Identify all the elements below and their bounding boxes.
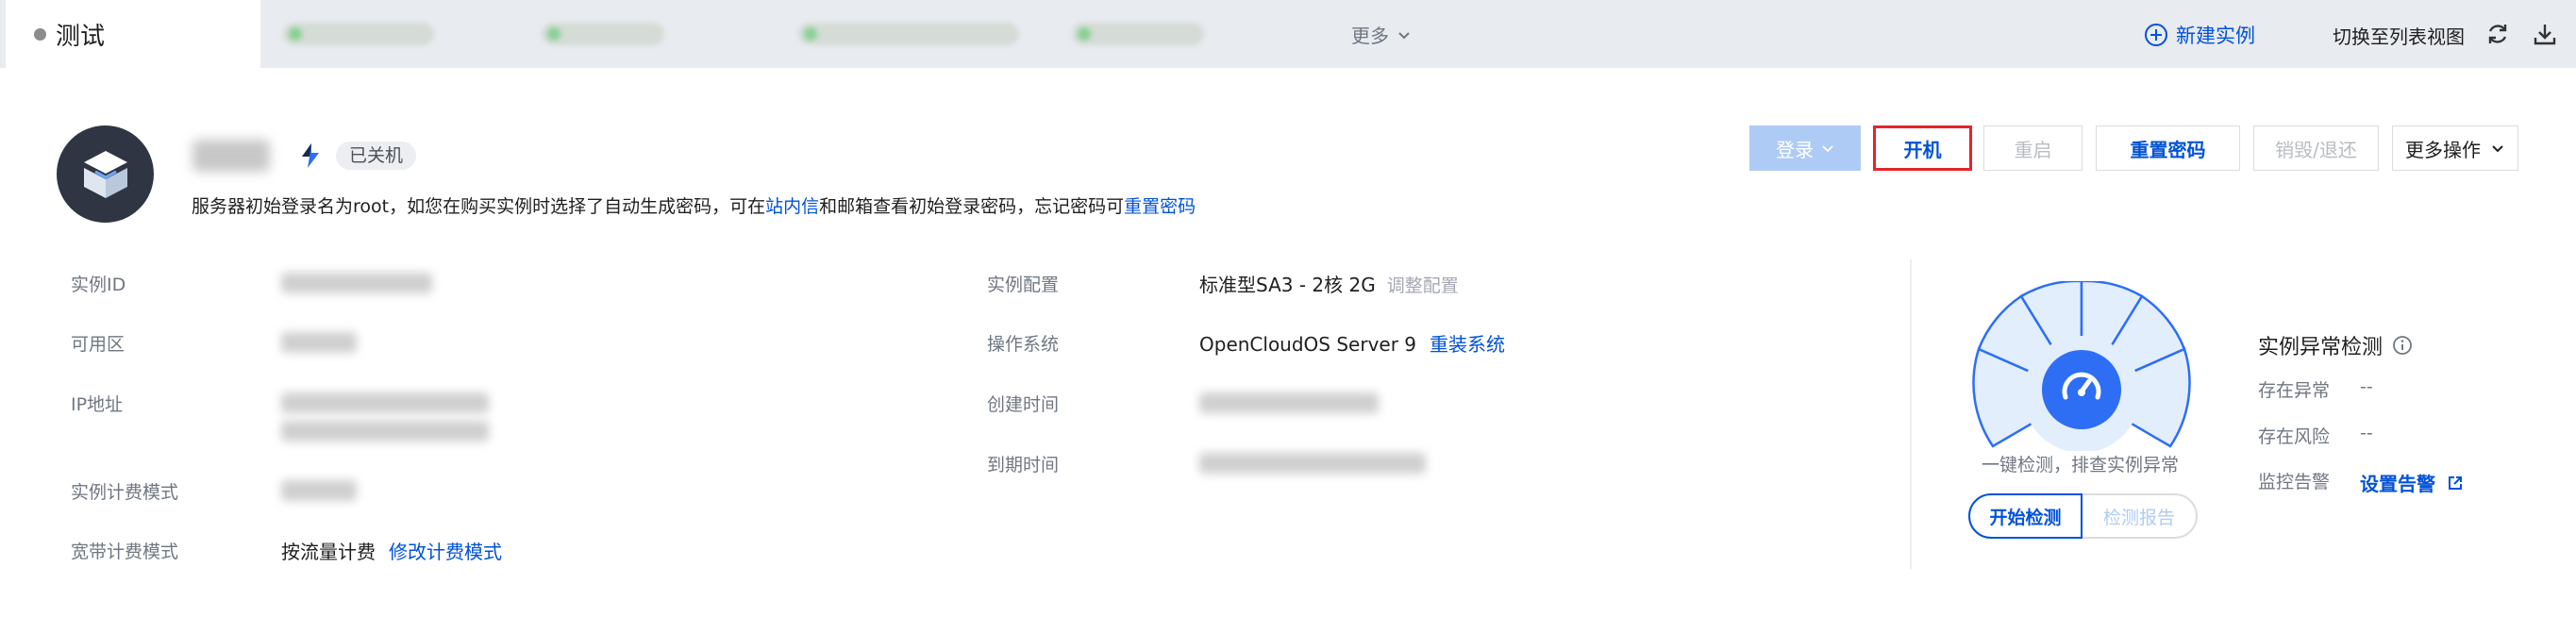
risk-row: 存在风险 -- (2258, 423, 2373, 448)
instance-name-redacted (192, 140, 270, 172)
refresh-icon[interactable] (2484, 21, 2511, 47)
tab-test[interactable]: 测试 (6, 0, 260, 68)
section-divider (1910, 259, 1912, 569)
more-actions-button[interactable]: 更多操作 (2392, 125, 2518, 171)
tab-label: 测试 (56, 22, 106, 51)
instance-billing-label: 实例计费模式 (71, 482, 179, 503)
os-value: OpenCloudOS Server 9 重装系统 (1199, 329, 1505, 357)
tab-blurred-1[interactable] (283, 23, 434, 45)
zone-redacted (281, 332, 357, 353)
switch-list-view-button[interactable]: 切换至列表视图 (2333, 22, 2465, 49)
bandwidth-billing-value: 按流量计费 修改计费模式 (281, 537, 502, 564)
ip-private-redacted (281, 421, 489, 442)
destroy-button[interactable]: 销毁/退还 (2253, 125, 2379, 171)
bandwidth-billing-label: 宽带计费模式 (71, 542, 179, 562)
expire-time-redacted (1199, 453, 1426, 474)
reset-password-button[interactable]: 重置密码 (2096, 125, 2240, 171)
anomaly-detection-title: 实例异常检测 (2258, 330, 2413, 360)
more-tabs-dropdown[interactable]: 更多 (1351, 21, 1412, 48)
config-value: 标准型SA3 - 2核 2G 调整配置 (1199, 270, 1459, 297)
created-time-redacted (1199, 392, 1379, 413)
tab-bar: 测试 更多 新建实例 切换至列表视图 (0, 0, 2576, 68)
adjust-config-link[interactable]: 调整配置 (1387, 275, 1459, 296)
restart-button[interactable]: 重启 (1983, 125, 2083, 171)
plus-circle-icon (2145, 24, 2167, 46)
anomaly-label: 存在异常 (2258, 380, 2331, 401)
modify-billing-link[interactable]: 修改计费模式 (389, 541, 502, 563)
set-alarm-link[interactable]: 设置告警 (2360, 469, 2464, 496)
server-cube-icon (83, 150, 127, 198)
detection-gauge (1972, 281, 2191, 451)
login-hint: 服务器初始登录名为root，如您在购买实例时选择了自动生成密码，可在站内信和邮箱… (192, 192, 1196, 218)
new-instance-label: 新建实例 (2176, 25, 2255, 47)
instance-avatar (57, 125, 154, 223)
start-detection-button[interactable]: 开始检测 (1968, 493, 2083, 539)
detection-caption: 一键检测，排查实例异常 (1982, 455, 2180, 475)
risk-label: 存在风险 (2258, 426, 2331, 447)
login-button[interactable]: 登录 (1749, 125, 1861, 171)
detection-report-button[interactable]: 检测报告 (2083, 493, 2198, 539)
hint-middle: 和邮箱查看初始登录密码，忘记密码可 (819, 196, 1125, 217)
instance-id-label: 实例ID (71, 275, 126, 295)
detection-button-group: 开始检测 检测报告 (1968, 493, 2198, 539)
anomaly-row: 存在异常 -- (2258, 376, 2373, 402)
anomaly-value: -- (2360, 376, 2373, 397)
risk-value: -- (2360, 423, 2373, 443)
expire-time-label: 到期时间 (987, 455, 1060, 475)
anomaly-title-text: 实例异常检测 (2258, 336, 2384, 359)
created-time-label: 创建时间 (987, 394, 1060, 415)
zone-label: 可用区 (71, 334, 125, 355)
instance-billing-redacted (281, 480, 357, 501)
start-button[interactable]: 开机 (1873, 125, 1972, 171)
site-message-link[interactable]: 站内信 (765, 196, 819, 217)
more-tabs-label: 更多 (1351, 25, 1389, 47)
opencloudos-logo-icon (302, 143, 319, 168)
chevron-down-icon (1398, 31, 1410, 39)
config-value-text: 标准型SA3 - 2核 2G (1199, 274, 1376, 296)
chevron-down-icon (1822, 145, 1833, 153)
monitor-alarm-row: 监控告警 (2258, 468, 2330, 493)
reset-password-link[interactable]: 重置密码 (1124, 196, 1196, 217)
tab-blurred-2[interactable] (542, 23, 664, 45)
os-value-text: OpenCloudOS Server 9 (1199, 333, 1417, 356)
hint-prefix: 服务器初始登录名为root，如您在购买实例时选择了自动生成密码，可在 (192, 196, 766, 217)
status-dot-icon (34, 27, 46, 41)
ip-public-redacted (281, 392, 489, 413)
new-instance-button[interactable]: 新建实例 (2144, 21, 2255, 49)
chevron-down-icon (2492, 145, 2503, 153)
external-link-icon (2449, 475, 2462, 490)
tab-blurred-3[interactable] (798, 23, 1019, 45)
set-alarm-label: 设置告警 (2360, 473, 2435, 495)
tab-blurred-4[interactable] (1072, 23, 1204, 45)
login-label: 登录 (1776, 138, 1814, 161)
info-icon[interactable] (2392, 335, 2413, 356)
download-icon[interactable] (2532, 21, 2558, 47)
bandwidth-value-text: 按流量计费 (281, 541, 376, 563)
more-actions-label: 更多操作 (2405, 138, 2481, 161)
reinstall-os-link[interactable]: 重装系统 (1430, 333, 1505, 356)
monitor-alarm-label: 监控告警 (2258, 472, 2331, 492)
os-label: 操作系统 (987, 334, 1060, 355)
config-label: 实例配置 (987, 275, 1060, 295)
ip-label: IP地址 (71, 394, 124, 415)
instance-id-redacted (281, 273, 432, 293)
status-badge: 已关机 (336, 142, 417, 170)
